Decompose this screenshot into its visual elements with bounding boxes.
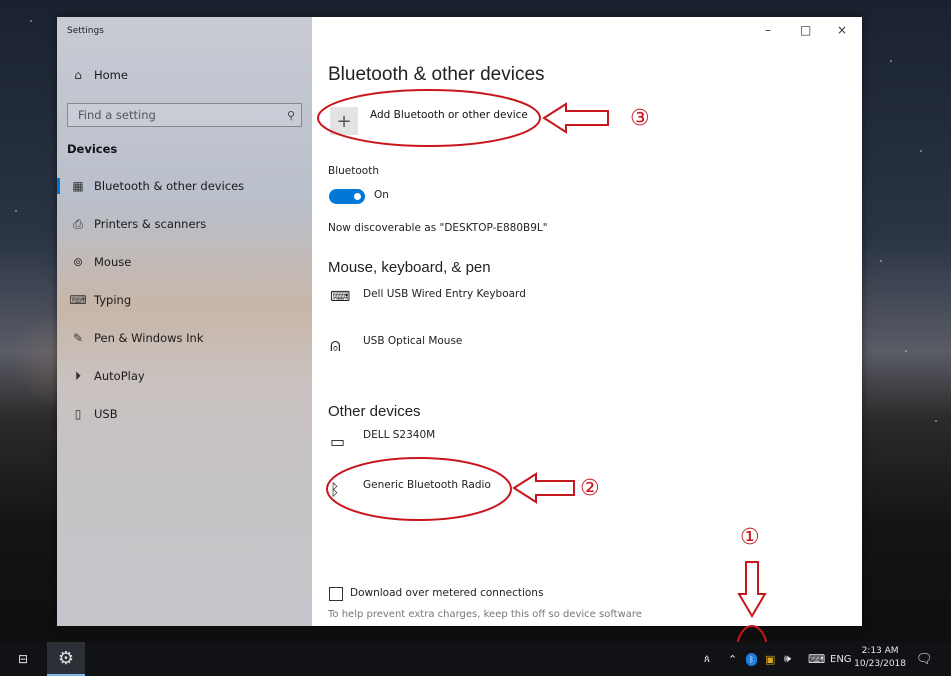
- annotation-ellipse-radio: [326, 457, 512, 521]
- notification-icon[interactable]: 🗨: [916, 642, 933, 676]
- annotation-arrow-radio: [512, 472, 575, 504]
- taskbar: ⊟ ⚙ ጰ ⌃ ᛒ ▣ 🕪 ⌨ ENG 2:13 AM 10/23/2018 🗨: [0, 642, 951, 676]
- clock-time: 2:13 AM: [861, 646, 899, 656]
- volume-icon[interactable]: 🕪: [784, 642, 791, 676]
- clock-date: 10/23/2018: [854, 659, 906, 669]
- annotation-layer: [317, 89, 768, 675]
- people-icon[interactable]: ጰ: [704, 642, 710, 676]
- annotation-arrow-add: [542, 102, 609, 134]
- language-indicator[interactable]: ENG: [830, 642, 852, 676]
- bluetooth-tray-icon[interactable]: ᛒ: [746, 642, 757, 676]
- clock[interactable]: 2:13 AM 10/23/2018: [854, 645, 906, 671]
- annotation-number-2: ②: [580, 476, 600, 501]
- annotation-arrow-tray: [737, 561, 767, 618]
- network-icon[interactable]: ▣: [765, 642, 775, 676]
- chevron-up-icon[interactable]: ⌃: [728, 642, 737, 676]
- settings-taskbar-icon[interactable]: ⚙: [47, 642, 85, 676]
- keyboard-tray-icon[interactable]: ⌨: [808, 642, 825, 676]
- annotation-number-1: ①: [740, 525, 760, 550]
- annotation-ellipse-add: [317, 89, 541, 147]
- annotation-number-3: ③: [630, 106, 650, 131]
- task-view-icon[interactable]: ⊟: [8, 642, 38, 676]
